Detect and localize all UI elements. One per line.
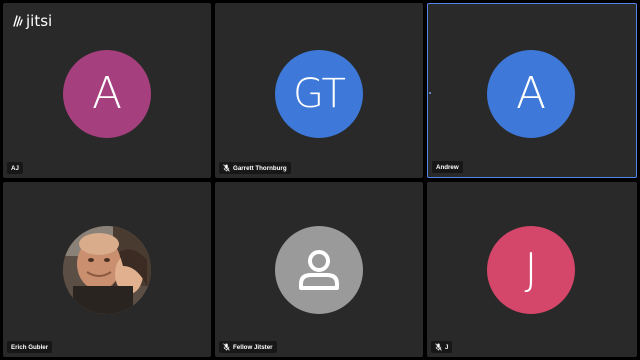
participant-name: AJ [11,164,19,172]
participant-tile-erich-gubler[interactable]: Erich Gubler [3,182,211,357]
participant-name: Erich Gubler [11,343,49,351]
jitsi-logo-icon [13,15,23,27]
name-label: Garrett Thornburg [219,162,291,174]
name-label: Fellow Jitster [219,341,277,353]
participant-tile-garrett-thornburg[interactable]: GT Garrett Thornburg [215,3,423,178]
participant-tile-andrew[interactable]: A Andrew [427,3,637,178]
indicator-dot [429,92,431,94]
name-label: Andrew [432,161,463,173]
participant-name: Andrew [436,163,459,171]
mic-muted-icon [223,164,230,172]
participant-name: J [445,343,449,351]
jitsi-logo-text: jitsi [26,12,53,30]
name-label: AJ [7,162,23,174]
profile-photo [63,226,151,314]
mic-muted-icon [223,343,230,351]
avatar-initials: A [515,68,547,119]
jitsi-logo: jitsi [12,12,52,30]
avatar: GT [275,50,363,138]
participant-name: Garrett Thornburg [233,164,287,172]
participant-name: Fellow Jitster [233,343,273,351]
avatar [275,226,363,314]
avatar-initials: A [91,68,123,119]
avatar-photo [63,226,151,314]
user-icon [299,250,339,290]
avatar: A [487,50,575,138]
avatar-initials: J [524,244,538,295]
avatar: A [63,50,151,138]
mic-muted-icon [435,343,442,351]
participant-tile-j[interactable]: J J [427,182,637,357]
avatar-initials: GT [292,71,346,117]
name-label: J [431,341,453,353]
video-grid: A AJ GT Garrett Thornburg A Andrew Erich… [0,0,640,360]
participant-tile-fellow-jitster[interactable]: Fellow Jitster [215,182,423,357]
name-label: Erich Gubler [7,341,53,353]
avatar: J [487,226,575,314]
